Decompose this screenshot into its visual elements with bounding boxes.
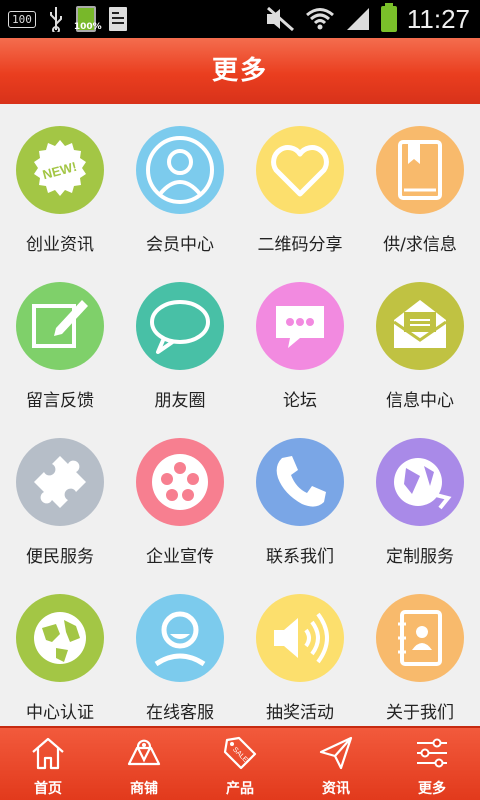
new-badge-icon: NEW! [16, 126, 104, 214]
grid-item-feedback[interactable]: 留言反馈 [0, 260, 120, 416]
customer-service-icon [136, 594, 224, 682]
contact-book-icon [376, 594, 464, 682]
grid-item-label: 论坛 [283, 391, 317, 411]
app-screen: 100 100% 11:27 更多 NEW! 创业资讯 会员中心 二维码分享 供… [0, 0, 480, 800]
tab-label: 产品 [226, 781, 254, 797]
grid-item-member-center[interactable]: 会员中心 [120, 104, 240, 260]
edit-pencil-icon [16, 282, 104, 370]
signal-icon [346, 8, 369, 30]
sale-tag-icon: SALE [223, 736, 257, 770]
grid-item-label: 创业资讯 [26, 235, 94, 255]
header-bar: 更多 [0, 38, 480, 104]
grid-item-label: 留言反馈 [26, 391, 94, 411]
status-right: 11:27 [265, 0, 470, 38]
envelope-icon [376, 282, 464, 370]
grid-item-label: 朋友圈 [154, 391, 206, 411]
globe-arrow-icon [376, 438, 464, 526]
grid-item-label: 关于我们 [386, 703, 454, 723]
grid-item-convenience[interactable]: 便民服务 [0, 416, 120, 572]
tab-label: 首页 [34, 781, 62, 797]
tab-label: 商铺 [130, 781, 158, 797]
member-profile-icon [136, 126, 224, 214]
shop-map-icon [127, 739, 161, 766]
tab-products[interactable]: SALE 产品 [192, 728, 288, 800]
tab-home[interactable]: 首页 [0, 728, 96, 800]
status-bar: 100 100% 11:27 [0, 0, 480, 38]
grid-item-label: 二维码分享 [257, 235, 343, 255]
grid-item-label: 联系我们 [266, 547, 334, 567]
grid-item-label: 企业宣传 [146, 547, 214, 567]
grid-item-label: 抽奖活动 [266, 703, 334, 723]
grid-item-label: 会员中心 [146, 235, 214, 255]
grid-item-about-us[interactable]: 关于我们 [360, 572, 480, 728]
globe-icon [16, 594, 104, 682]
phone-icon [256, 438, 344, 526]
grid-item-qr-share[interactable]: 二维码分享 [240, 104, 360, 260]
tab-more[interactable]: 更多 [384, 728, 480, 800]
clock: 11:27 [406, 3, 470, 34]
chat-dots-icon [256, 282, 344, 370]
bottom-tab-bar: 首页 商铺 SALE 产品 资讯 更多 [0, 726, 480, 800]
film-reel-icon [136, 438, 224, 526]
heart-icon [256, 126, 344, 214]
home-icon [32, 737, 64, 770]
feature-grid: NEW! 创业资讯 会员中心 二维码分享 供/求信息 留言反馈 朋友圈 论坛 信… [0, 104, 480, 724]
tab-shop[interactable]: 商铺 [96, 728, 192, 800]
speaker-icon [256, 594, 344, 682]
grid-item-moments[interactable]: 朋友圈 [120, 260, 240, 416]
notification-badge: 100 [8, 10, 36, 28]
wifi-icon [305, 8, 334, 30]
grid-item-online-service[interactable]: 在线客服 [120, 572, 240, 728]
tab-news[interactable]: 资讯 [288, 728, 384, 800]
grid-item-contact[interactable]: 联系我们 [240, 416, 360, 572]
grid-item-certification[interactable]: 中心认证 [0, 572, 120, 728]
sliders-icon [417, 738, 447, 768]
tab-label: 资讯 [322, 781, 350, 797]
tab-label: 更多 [418, 781, 446, 797]
battery-icon [380, 3, 397, 32]
grid-item-label: 信息中心 [386, 391, 454, 411]
grid-item-label: 供/求信息 [383, 235, 457, 255]
grid-item-lottery[interactable]: 抽奖活动 [240, 572, 360, 728]
grid-item-supply-demand[interactable]: 供/求信息 [360, 104, 480, 260]
grid-item-startup-news[interactable]: NEW! 创业资讯 [0, 104, 120, 260]
document-icon [108, 7, 127, 31]
battery-full-icon: 100% [74, 6, 102, 32]
puzzle-icon [16, 438, 104, 526]
page-title: 更多 [211, 56, 268, 86]
paper-plane-icon [319, 736, 353, 770]
grid-item-forum[interactable]: 论坛 [240, 260, 360, 416]
grid-item-label: 中心认证 [26, 703, 94, 723]
grid-item-custom-service[interactable]: 定制服务 [360, 416, 480, 572]
book-bookmark-icon [376, 126, 464, 214]
battery-small-label: 100% [73, 22, 102, 32]
grid-item-info-center[interactable]: 信息中心 [360, 260, 480, 416]
grid-item-promotion[interactable]: 企业宣传 [120, 416, 240, 572]
grid-item-label: 便民服务 [26, 547, 94, 567]
grid-item-label: 定制服务 [386, 547, 454, 567]
speech-bubble-icon [136, 282, 224, 370]
usb-icon [49, 7, 62, 32]
grid-item-label: 在线客服 [146, 703, 214, 723]
mute-icon [266, 6, 294, 32]
status-left: 100 100% [8, 6, 128, 32]
